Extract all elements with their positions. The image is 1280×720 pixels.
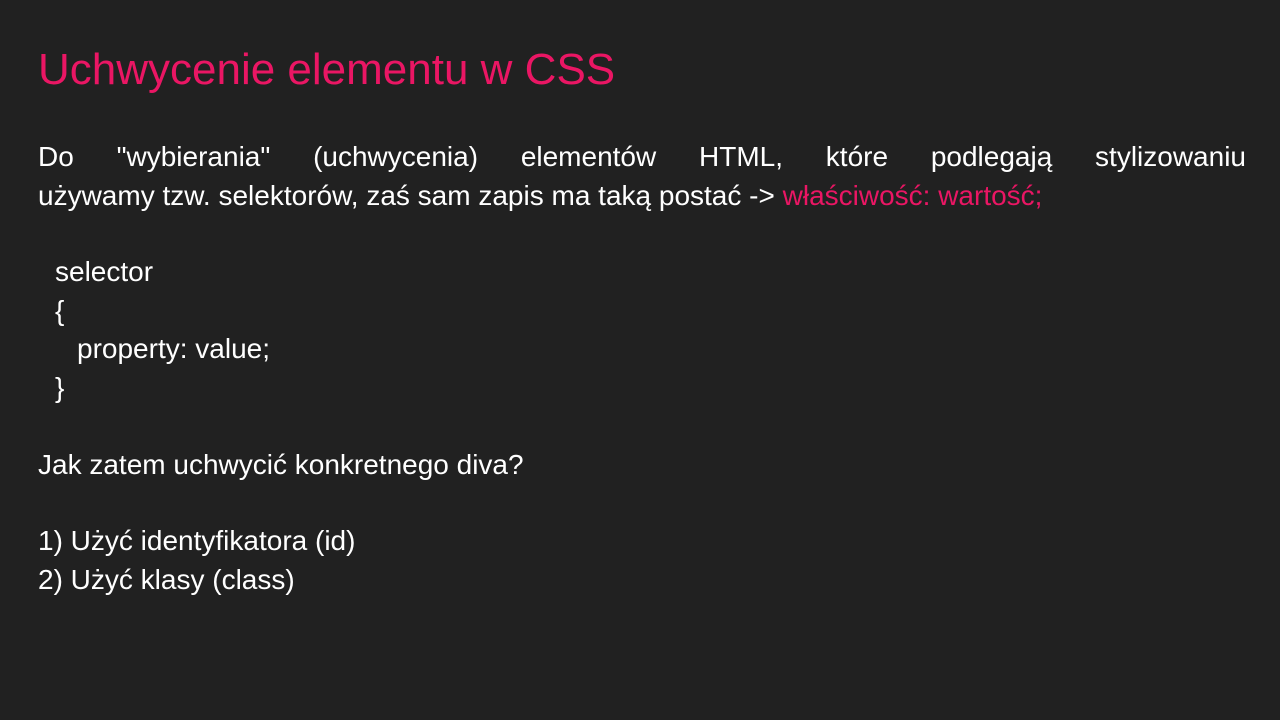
question-text: Jak zatem uchwycić konkretnego diva? <box>38 449 524 480</box>
intro-line-1: Do "wybierania" (uchwycenia) elementów H… <box>38 141 1246 172</box>
code-selector-line: selector <box>55 256 154 287</box>
slide-title: Uchwycenie elementu w CSS <box>38 45 616 94</box>
code-open-brace: { <box>55 294 65 326</box>
code-property-line: property: value; <box>77 333 270 364</box>
options-list: 1) Użyć identyfikatora (id) 2) Użyć klas… <box>38 522 355 599</box>
list-item: 1) Użyć identyfikatora (id) <box>38 525 356 556</box>
code-example: selector { property: value; } <box>55 253 270 407</box>
intro-line-2-text: używamy tzw. selektorów, zaś sam zapis m… <box>38 179 783 211</box>
intro-line-2: używamy tzw. selektorów, zaś sam zapis m… <box>38 177 1246 216</box>
intro-paragraph: Do "wybierania" (uchwycenia) elementów H… <box>38 138 1246 215</box>
intro-highlight: właściwość: wartość; <box>782 179 1043 211</box>
list-item: 2) Użyć klasy (class) <box>38 563 295 595</box>
code-close-brace: } <box>55 371 65 403</box>
slide: Uchwycenie elementu w CSS Do "wybierania… <box>0 0 1280 720</box>
